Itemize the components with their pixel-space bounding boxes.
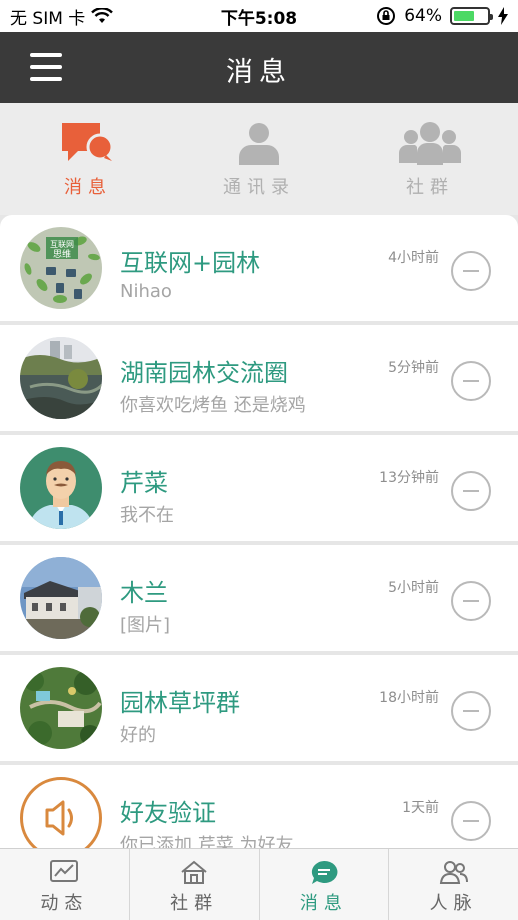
tab-label: 消息 xyxy=(64,177,112,198)
title-bar: 消息 xyxy=(0,32,518,103)
page-title: 消息 xyxy=(226,57,292,88)
conversation-row[interactable]: 芹菜 我不在 13分钟前 xyxy=(0,435,518,541)
conversation-time: 1天前 xyxy=(402,800,439,816)
nav-activity[interactable]: 动态 xyxy=(0,849,130,920)
conversation-preview: 我不在 xyxy=(120,505,174,526)
conversation-row[interactable]: 园林草坪群 好的 18小时前 xyxy=(0,655,518,761)
conversation-list[interactable]: 互联网 思维 互联网+园林 Nihao 4小时前 湖南园林交流圈 你喜欢吃烤鱼 xyxy=(0,215,518,848)
activity-icon xyxy=(50,860,79,882)
speaker-icon xyxy=(45,800,73,836)
tab-label: 社群 xyxy=(406,177,454,198)
conversation-row[interactable]: 互联网 思维 互联网+园林 Nihao 4小时前 xyxy=(0,215,518,321)
bottom-nav: 动态 社群 消息 人脉 xyxy=(0,848,518,920)
group-icon xyxy=(399,122,461,165)
battery-icon xyxy=(450,7,493,25)
remove-button[interactable] xyxy=(451,471,491,511)
conversation-preview: 好的 xyxy=(120,725,156,746)
nav-label: 动态 xyxy=(40,893,89,914)
conversation-name: 湖南园林交流圈 xyxy=(120,359,288,387)
remove-button[interactable] xyxy=(451,361,491,401)
nav-label: 人脉 xyxy=(429,893,478,914)
svg-text:互联网: 互联网 xyxy=(50,240,74,249)
tab-communities[interactable]: 社群 xyxy=(370,121,490,206)
chat-bubbles-icon xyxy=(62,123,114,161)
conversation-preview: 你喜欢吃烤鱼 还是烧鸡 xyxy=(120,395,306,416)
nav-label: 社群 xyxy=(170,893,219,914)
contacts-icon xyxy=(439,861,468,884)
friend-verify-avatar xyxy=(20,777,102,848)
svg-text:思维: 思维 xyxy=(53,248,71,260)
conversation-time: 4小时前 xyxy=(388,250,439,266)
building-photo-avatar xyxy=(20,557,102,639)
man-cartoon-avatar xyxy=(20,447,102,529)
segment-tabs: 消息 通讯录 社群 xyxy=(0,103,518,315)
message-bubble-icon xyxy=(311,860,338,884)
conversation-row[interactable]: 木兰 [图片] 5小时前 xyxy=(0,545,518,651)
conversation-name: 园林草坪群 xyxy=(120,689,240,717)
remove-button[interactable] xyxy=(451,581,491,621)
status-bar: 无 SIM 卡 下午5:08 64% xyxy=(0,0,518,32)
battery-level xyxy=(454,11,475,21)
internet-thinking-avatar: 互联网 思维 xyxy=(20,227,102,309)
lake-landscape-avatar xyxy=(20,337,102,419)
battery-percent: 64% xyxy=(404,6,442,26)
conversation-preview: [图片] xyxy=(120,615,171,636)
carrier-label: 无 SIM 卡 xyxy=(10,8,86,29)
remove-button[interactable] xyxy=(451,801,491,841)
tab-label: 通讯录 xyxy=(223,177,295,198)
remove-button[interactable] xyxy=(451,251,491,291)
conversation-row[interactable]: 湖南园林交流圈 你喜欢吃烤鱼 还是烧鸡 5分钟前 xyxy=(0,325,518,431)
conversation-preview: 你已添加 芹菜 为好友 xyxy=(120,835,294,848)
conversation-name: 芹菜 xyxy=(120,469,168,497)
conversation-time: 5分钟前 xyxy=(388,360,439,376)
tab-messages[interactable]: 消息 xyxy=(28,121,148,206)
wifi-icon xyxy=(91,8,114,23)
nav-label: 消息 xyxy=(299,893,348,914)
nav-messages[interactable]: 消息 xyxy=(260,849,390,920)
conversation-time: 5小时前 xyxy=(388,580,439,596)
conversation-time: 13分钟前 xyxy=(379,470,439,486)
conversation-row[interactable]: 好友验证 你已添加 芹菜 为好友 1天前 xyxy=(0,765,518,848)
remove-button[interactable] xyxy=(451,691,491,731)
charging-icon xyxy=(498,7,508,25)
nav-contacts[interactable]: 人脉 xyxy=(389,849,518,920)
nav-communities[interactable]: 社群 xyxy=(130,849,260,920)
conversation-preview: Nihao xyxy=(120,281,172,302)
conversation-name: 互联网+园林 xyxy=(120,249,261,277)
house-icon xyxy=(181,860,207,884)
tab-contacts[interactable]: 通讯录 xyxy=(199,121,319,206)
person-icon xyxy=(239,123,279,165)
garden-aerial-avatar xyxy=(20,667,102,749)
conversation-name: 好友验证 xyxy=(120,799,216,827)
conversation-time: 18小时前 xyxy=(379,690,439,706)
rotation-lock-icon xyxy=(377,7,396,25)
conversation-name: 木兰 xyxy=(120,579,168,607)
